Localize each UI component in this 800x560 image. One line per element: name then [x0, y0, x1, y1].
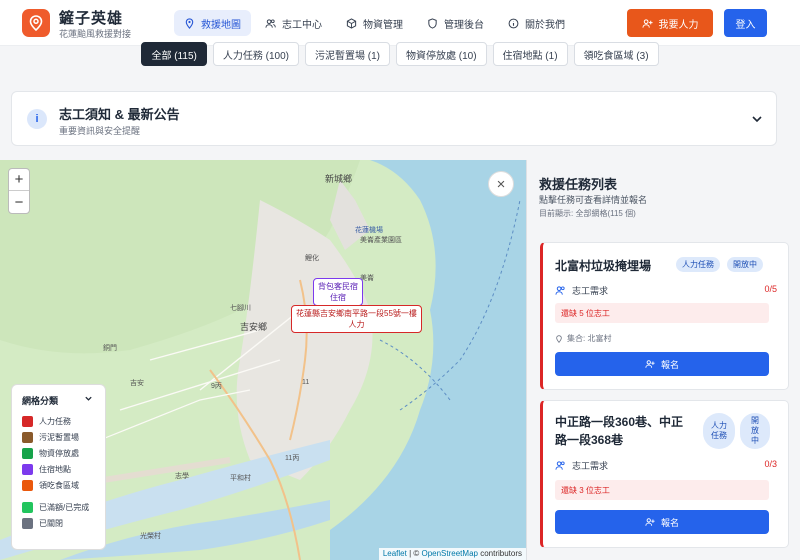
user-plus-icon — [645, 518, 655, 526]
filter-manpower[interactable]: 人力任務 (100) — [212, 42, 299, 66]
task-type-badge: 人力任務 — [703, 413, 735, 449]
main-nav: 救援地圖 志工中心 物資管理 管理後台 關於我們 — [174, 10, 575, 36]
nav-label: 關於我們 — [525, 19, 565, 31]
users-icon — [265, 18, 276, 28]
svg-text:光榮村: 光榮村 — [140, 531, 161, 540]
panel-title: 救援任務列表 — [539, 177, 618, 192]
task-type-badge: 人力任務 — [676, 257, 720, 272]
zoom-in-button[interactable]: + — [9, 169, 29, 191]
category-filters: 全部 (115) 人力任務 (100) 污泥暫置場 (1) 物資停放處 (10)… — [0, 38, 800, 72]
chevron-down-icon[interactable] — [84, 394, 93, 403]
brand-title: 鏟子英雄 — [59, 10, 124, 27]
need-manpower-button[interactable]: 我要人力 — [627, 9, 713, 37]
map-pin-icon — [185, 17, 194, 29]
logo-map-pin-icon[interactable] — [22, 9, 50, 37]
marker-tag: 人力 — [348, 320, 365, 329]
legend-item: 已關閉 — [22, 515, 105, 531]
rescue-map[interactable]: 新城鄉 吉安鄉 七腳川 花蓮機場 美崙產業園區 美崙 9丙 11 11丙 銅門 … — [0, 160, 526, 560]
nav-label: 救援地圖 — [201, 19, 241, 31]
info-icon — [508, 18, 519, 28]
legend-item: 污泥暫置場 — [22, 429, 105, 445]
leaflet-link[interactable]: Leaflet — [383, 549, 407, 558]
box-icon — [346, 17, 357, 29]
chevron-down-icon[interactable] — [750, 112, 764, 126]
svg-text:花蓮機場: 花蓮機場 — [355, 225, 383, 234]
nav-admin[interactable]: 管理後台 — [417, 10, 494, 36]
svg-text:吉安鄉: 吉安鄉 — [240, 321, 267, 332]
svg-text:鯉化: 鯉化 — [305, 253, 319, 262]
shortage-notice: 還缺 3 位志工 — [555, 480, 769, 500]
task-title: 中正路一段360巷、中正 路一段368巷 — [555, 415, 684, 447]
volunteer-count: 0/3 — [764, 459, 777, 469]
user-plus-icon — [641, 18, 653, 28]
nav-label: 志工中心 — [282, 19, 322, 31]
svg-text:美崙產業園區: 美崙產業園區 — [360, 235, 402, 244]
nav-volunteer-center[interactable]: 志工中心 — [255, 10, 332, 36]
svg-text:新城鄉: 新城鄉 — [325, 173, 352, 184]
panel-subtitle: 點擊任務可查看詳情並報名 — [539, 195, 648, 205]
volunteer-count: 0/5 — [764, 284, 777, 294]
nav-rescue-map[interactable]: 救援地圖 — [174, 10, 251, 36]
task-title: 北富村垃圾掩埋場 — [555, 259, 652, 273]
nav-about[interactable]: 關於我們 — [498, 10, 575, 36]
legend-item: 已滿額/已完成 — [22, 499, 105, 515]
filter-all[interactable]: 全部 (115) — [141, 42, 207, 66]
svg-text:銅門: 銅門 — [103, 343, 117, 352]
map-marker-manpower[interactable]: 花蓮縣吉安鄉南平路一段55號一樓 人力 — [291, 305, 422, 333]
filter-mud-storage[interactable]: 污泥暫置場 (1) — [304, 42, 390, 66]
svg-text:平和村: 平和村 — [230, 473, 251, 482]
legend-item: 領吃食區域 — [22, 477, 105, 493]
marker-tag: 住宿 — [330, 293, 346, 302]
marker-title: 花蓮縣吉安鄉南平路一段55號一樓 — [296, 309, 417, 318]
task-card[interactable]: 北富村垃圾掩埋場 人力任務 開放中 志工需求 0/5 還缺 5 位志工 集合: … — [540, 242, 789, 390]
volunteer-notice-accordion[interactable]: i 志工須知 & 最新公告 重要資訊與安全提醒 — [11, 91, 777, 146]
nav-supply-management[interactable]: 物資管理 — [336, 10, 413, 36]
map-marker-lodging[interactable]: 背包客民宿 住宿 — [313, 278, 363, 306]
panel-count: 目前顯示: 全部網格(115 個) — [539, 209, 636, 218]
filter-food-area[interactable]: 領吃食區域 (3) — [573, 42, 659, 66]
nav-label: 管理後台 — [444, 19, 484, 31]
shortage-notice: 還缺 5 位志工 — [555, 303, 769, 323]
legend-item: 物資停放處 — [22, 445, 105, 461]
volunteer-requirement: 志工需求 — [555, 459, 608, 472]
notice-title: 志工須知 & 最新公告 — [59, 107, 180, 122]
svg-text:9丙: 9丙 — [211, 382, 222, 390]
svg-text:11: 11 — [302, 379, 309, 386]
task-status-badge: 開放中 — [740, 413, 770, 449]
volunteer-requirement: 志工需求 — [555, 284, 608, 297]
task-status-badge: 開放中 — [727, 257, 763, 272]
svg-text:吉安: 吉安 — [130, 378, 144, 387]
map-attribution: Leaflet | © OpenStreetMap contributors — [378, 548, 526, 560]
user-plus-icon — [645, 360, 655, 368]
notice-subtitle: 重要資訊與安全提醒 — [59, 126, 141, 136]
legend-title: 網格分類 — [22, 396, 59, 406]
svg-text:志學: 志學 — [175, 471, 189, 480]
legend-item: 人力任務 — [22, 413, 105, 429]
map-legend: 網格分類 人力任務 污泥暫置場 物資停放處 住宿地點 領吃食區域 已滿額/已完成… — [11, 384, 106, 550]
task-list-panel: 救援任務列表 點擊任務可查看詳情並報名 目前顯示: 全部網格(115 個) 北富… — [526, 160, 800, 560]
close-map-button[interactable]: × — [488, 171, 514, 197]
nav-label: 物資管理 — [363, 19, 403, 31]
signup-button[interactable]: 報名 — [555, 510, 769, 534]
users-icon — [555, 461, 565, 470]
need-manpower-label: 我要人力 — [658, 19, 699, 31]
login-button[interactable]: 登入 — [724, 9, 767, 37]
osm-link[interactable]: OpenStreetMap — [421, 549, 477, 558]
legend-item: 住宿地點 — [22, 461, 105, 477]
svg-text:11丙: 11丙 — [285, 454, 299, 462]
meeting-location: 集合: 北富村 — [555, 333, 611, 344]
signup-button[interactable]: 報名 — [555, 352, 769, 376]
zoom-out-button[interactable]: − — [9, 191, 29, 213]
marker-title: 背包客民宿 — [318, 282, 358, 291]
shield-icon — [428, 17, 437, 29]
zoom-control: + − — [8, 168, 30, 214]
users-icon — [555, 286, 565, 295]
filter-lodging[interactable]: 住宿地點 (1) — [492, 42, 568, 66]
filter-supply-storage[interactable]: 物資停放處 (10) — [395, 42, 487, 66]
info-icon: i — [27, 109, 47, 129]
svg-text:七腳川: 七腳川 — [230, 303, 251, 312]
task-card[interactable]: 中正路一段360巷、中正 路一段368巷 人力 任務 開放中 志工需求 0/3 還… — [540, 400, 789, 548]
map-pin-icon — [556, 334, 562, 343]
